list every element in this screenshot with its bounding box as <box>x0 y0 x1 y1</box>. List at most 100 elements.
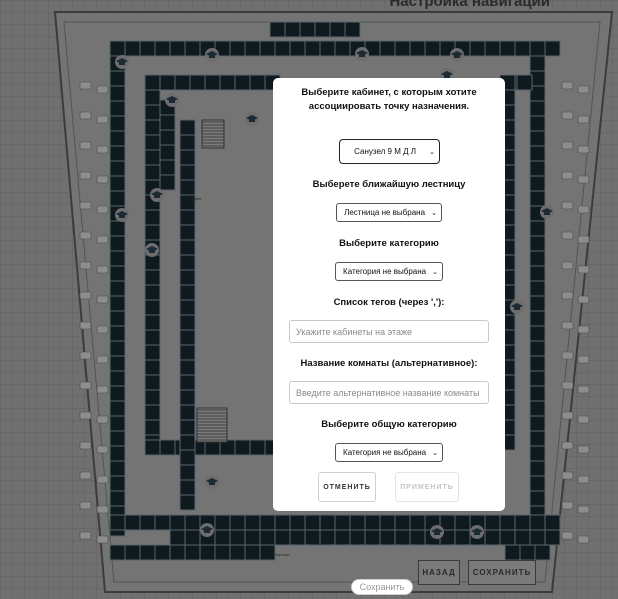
path-tile <box>144 299 161 316</box>
path-tile <box>109 280 126 297</box>
back-button[interactable]: НАЗАД <box>418 560 460 585</box>
path-tile <box>109 400 126 417</box>
path-tile <box>154 40 171 57</box>
path-tile <box>159 74 176 91</box>
path-tile <box>529 385 546 402</box>
room-marker <box>561 531 574 540</box>
room-marker <box>96 115 109 124</box>
stairs-select-value: Лестница не выбрана <box>344 208 426 217</box>
path-tile <box>499 529 516 546</box>
path-tile <box>364 514 381 531</box>
alt-name-input[interactable]: Введите альтернативное название комнаты <box>289 381 489 404</box>
path-tile <box>144 314 161 331</box>
alt-name-label: Название комнаты (альтернативное): <box>300 358 478 369</box>
path-tile <box>234 439 251 456</box>
path-tile <box>499 514 516 531</box>
path-tile <box>144 439 161 456</box>
category-select[interactable]: Категория не выбрана ⌄ <box>335 262 443 281</box>
path-tile <box>109 310 126 327</box>
path-tile <box>274 529 291 546</box>
path-tile <box>344 21 361 38</box>
path-tile <box>394 40 411 57</box>
path-tile <box>159 144 176 161</box>
graduation-cap-icon <box>150 188 164 202</box>
path-tile <box>544 529 561 546</box>
room-marker <box>577 265 590 274</box>
cancel-button[interactable]: ОТМЕНИТЬ <box>318 472 376 502</box>
path-tile <box>529 355 546 372</box>
room-marker <box>577 145 590 154</box>
path-tile <box>109 490 126 507</box>
room-marker <box>561 411 574 420</box>
path-tile <box>144 344 161 361</box>
path-tile <box>544 40 561 57</box>
stairs-icon <box>201 119 225 149</box>
room-marker <box>577 325 590 334</box>
path-tile <box>144 389 161 406</box>
graduation-cap-icon <box>115 55 129 69</box>
path-tile <box>529 175 546 192</box>
stairs-select[interactable]: Лестница не выбрана ⌄ <box>336 203 442 222</box>
graduation-cap-icon <box>205 475 219 489</box>
path-tile <box>529 265 546 282</box>
path-tile <box>514 40 531 57</box>
path-tile <box>179 359 196 376</box>
path-tile <box>169 544 186 561</box>
path-tile <box>304 529 321 546</box>
path-tile <box>214 544 231 561</box>
path-tile <box>109 430 126 447</box>
room-marker <box>577 385 590 394</box>
path-tile <box>184 529 201 546</box>
path-tile <box>379 514 396 531</box>
save-pill-button[interactable]: Сохранить <box>351 579 413 595</box>
path-tile <box>409 40 426 57</box>
path-tile <box>159 129 176 146</box>
general-category-select[interactable]: Категория не выбрана ⌄ <box>335 443 443 462</box>
path-tile <box>159 174 176 191</box>
path-tile <box>109 70 126 87</box>
path-tile <box>179 434 196 451</box>
path-tile <box>109 340 126 357</box>
room-marker <box>561 81 574 90</box>
path-tile <box>184 544 201 561</box>
path-tile <box>109 115 126 132</box>
path-tile <box>109 544 126 561</box>
path-tile <box>214 529 231 546</box>
tags-input[interactable]: Укажите кабинеты на этаже <box>289 320 489 343</box>
path-tile <box>109 325 126 342</box>
path-tile <box>529 55 546 72</box>
path-tile <box>454 514 471 531</box>
path-tile <box>244 40 261 57</box>
path-tile <box>529 145 546 162</box>
room-marker <box>79 261 92 270</box>
path-tile <box>109 235 126 252</box>
path-tile <box>529 115 546 132</box>
path-tile <box>109 295 126 312</box>
room-marker <box>79 471 92 480</box>
room-marker <box>96 385 109 394</box>
room-select[interactable]: Санузел 9 М Д Л ⌄ <box>339 139 440 164</box>
save-map-button[interactable]: СОХРАНИТЬ <box>468 560 536 585</box>
apply-button[interactable]: ПРИМЕНИТЬ <box>395 472 459 502</box>
path-tile <box>144 284 161 301</box>
path-tile <box>109 355 126 372</box>
path-tile <box>319 40 336 57</box>
path-tile <box>529 430 546 447</box>
room-label-gym: Спортзал <box>272 552 290 557</box>
room-marker <box>79 351 92 360</box>
path-tile <box>529 220 546 237</box>
path-tile <box>179 239 196 256</box>
path-tile <box>109 514 126 531</box>
path-tile <box>364 529 381 546</box>
path-tile <box>179 269 196 286</box>
path-tile <box>529 100 546 117</box>
path-tile <box>139 544 156 561</box>
path-tile <box>289 40 306 57</box>
path-tile <box>529 400 546 417</box>
path-tile <box>144 134 161 151</box>
path-tile <box>144 269 161 286</box>
path-tile <box>179 344 196 361</box>
path-tile <box>259 514 276 531</box>
path-tile <box>179 419 196 436</box>
room-marker <box>96 445 109 454</box>
